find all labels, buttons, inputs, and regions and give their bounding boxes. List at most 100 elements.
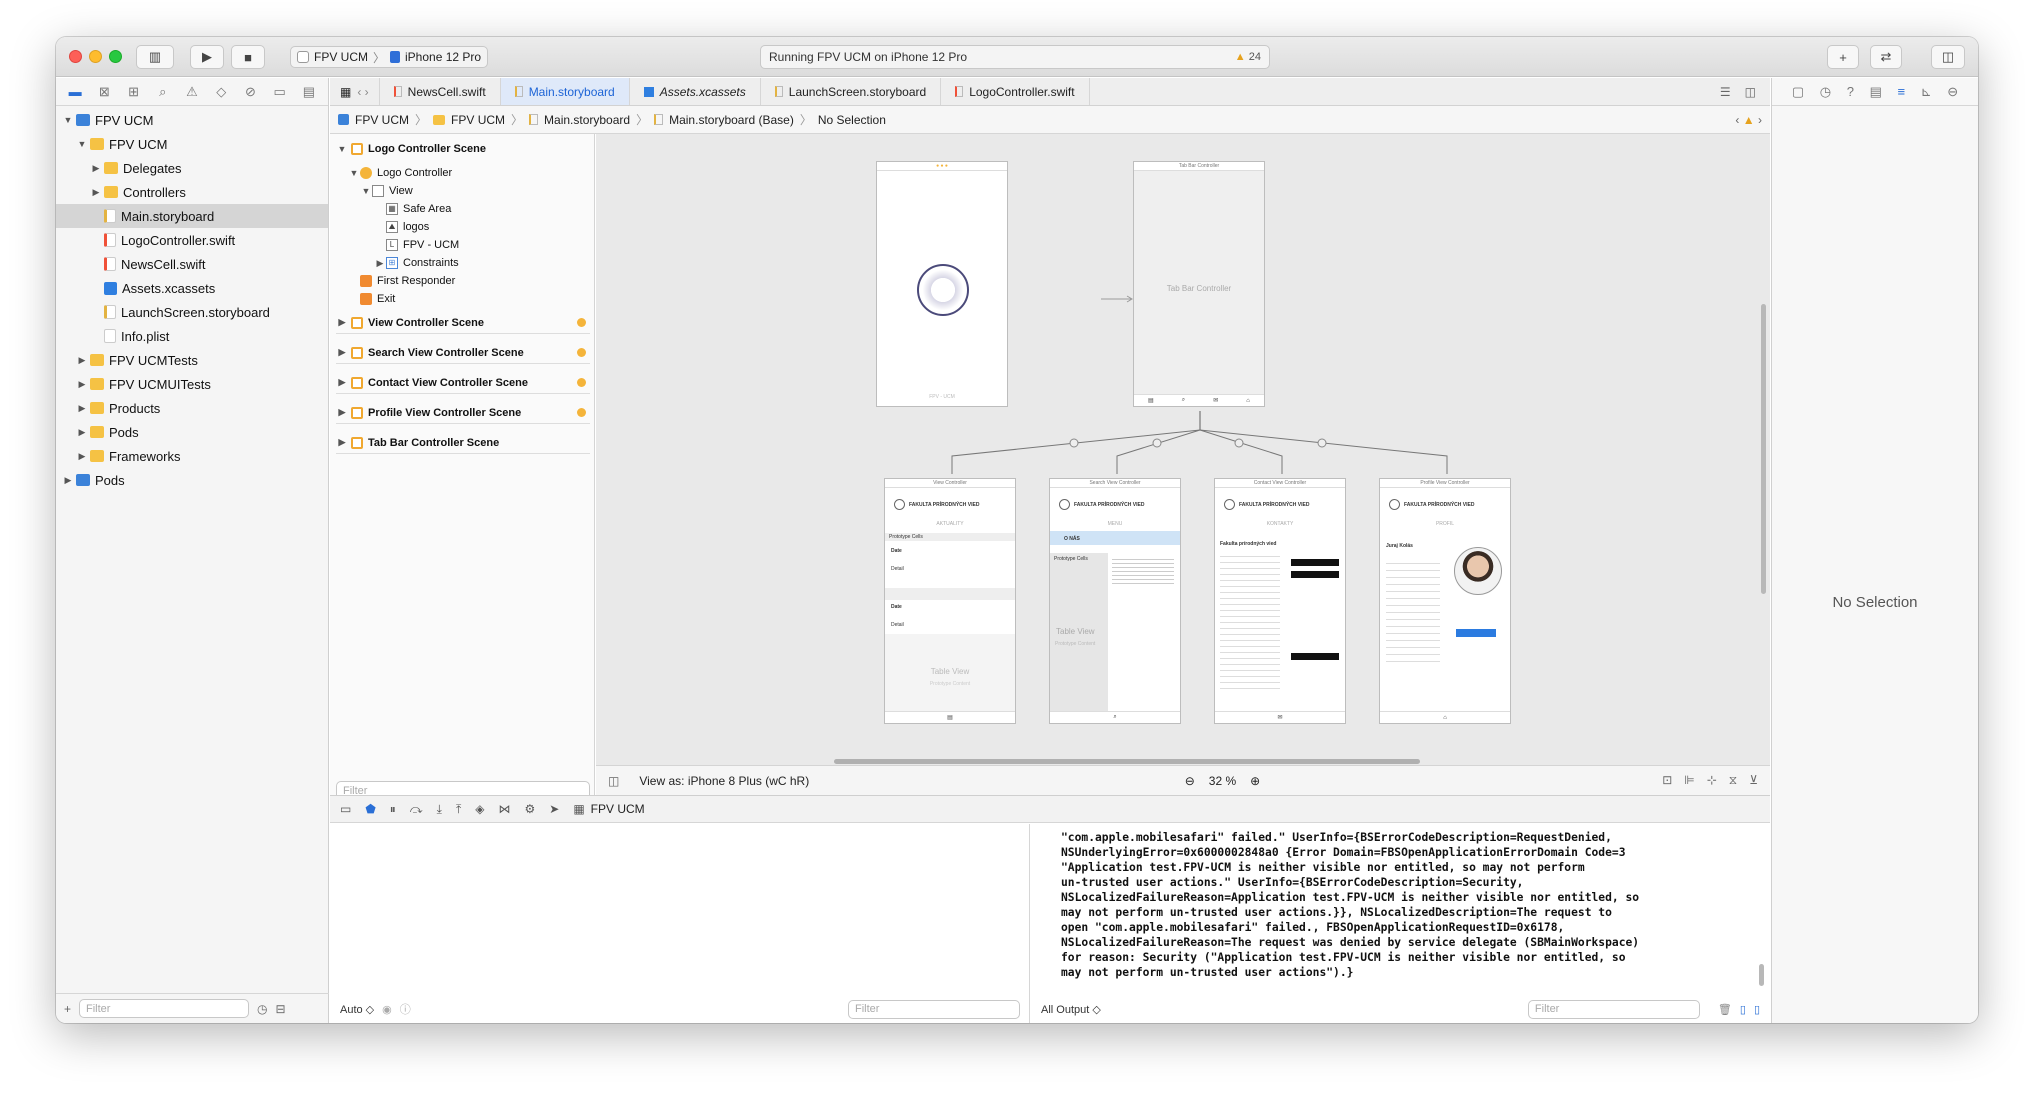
scheme-selector[interactable]: FPV UCM 〉 iPhone 12 Pro (290, 46, 489, 68)
console-scrollbar[interactable] (1759, 964, 1764, 986)
disclosure-icon[interactable]: ▶ (62, 475, 74, 486)
outline-logo-controller[interactable]: ▼ Logo Controller (348, 164, 452, 182)
tab-logocontroller[interactable]: LogoController.swift (941, 78, 1090, 105)
inspector-toggle-button[interactable]: ◫ (1931, 45, 1965, 69)
profile-view-controller-screen[interactable]: Profile View Controller FAKULTA PRÍRODNÝ… (1379, 478, 1511, 724)
add-file-icon[interactable]: + (64, 1002, 71, 1016)
navigator-item[interactable]: ▶ FPV UCMUITests (56, 372, 328, 396)
disclosure-icon[interactable]: ▶ (336, 407, 348, 418)
disclosure-icon[interactable]: ▶ (76, 403, 88, 414)
issue-nav-arrows[interactable]: ‹ ▲ › (1735, 113, 1762, 127)
horizontal-scrollbar[interactable] (834, 759, 1420, 764)
variables-scope-select[interactable]: Auto ◇ (340, 1003, 374, 1016)
tab-main-storyboard[interactable]: Main.storyboard (500, 78, 630, 105)
step-over-icon[interactable]: ⤼ (410, 802, 423, 817)
navigator-item[interactable]: ▶ Products (56, 396, 328, 420)
navigator-item[interactable]: LogoController.swift (56, 228, 328, 252)
location-icon[interactable]: ➤ (549, 802, 559, 816)
outline-safe-area[interactable]: ▦ Safe Area (386, 200, 451, 218)
resolve-icon[interactable]: ⧖ (1729, 773, 1737, 788)
attributes-icon[interactable]: ≡ (1897, 84, 1905, 99)
search-view-controller-screen[interactable]: Search View Controller FAKULTA PRÍRODNÝC… (1049, 478, 1181, 724)
test-icon[interactable]: ◇ (208, 84, 234, 100)
minimize-window-button[interactable] (89, 50, 102, 63)
disclosure-icon[interactable]: ▶ (336, 317, 348, 328)
disclosure-icon[interactable]: ▶ (76, 355, 88, 366)
outline-constraints[interactable]: ▶ ⊞ Constraints (374, 254, 459, 272)
stop-button[interactable]: ■ (231, 45, 265, 69)
breakpoints-icon[interactable]: ⬟ (365, 802, 375, 816)
filter-options-icon[interactable]: ⊟ (276, 1002, 286, 1016)
scene-header[interactable]: ▶ View Controller Scene (336, 312, 590, 334)
view-as-device[interactable]: View as: iPhone 8 Plus (wC hR) (639, 774, 809, 788)
environment-icon[interactable]: ⚙ (524, 802, 535, 816)
info-icon[interactable]: ⓘ (400, 1001, 411, 1017)
navigator-item[interactable]: ▶ Pods (56, 420, 328, 444)
vertical-scrollbar[interactable] (1761, 304, 1766, 594)
history-icon[interactable]: ◷ (1820, 84, 1831, 100)
disclosure-icon[interactable]: ▼ (76, 139, 88, 149)
review-button[interactable]: ⇄ (1870, 45, 1902, 69)
embed-icon[interactable]: ⊻ (1749, 773, 1758, 788)
disclosure-icon[interactable]: ▶ (76, 379, 88, 390)
navigator-item[interactable]: ▶ FPV UCMTests (56, 348, 328, 372)
jump-item[interactable]: FPV UCM (451, 113, 505, 127)
run-button[interactable]: ▶ (190, 45, 224, 69)
issue-icon[interactable]: ⚠ (179, 84, 205, 100)
split-right-icon[interactable]: ▯ (1754, 1003, 1760, 1016)
pin-icon[interactable]: ⊹ (1707, 773, 1717, 788)
zoom-out-icon[interactable]: ⊖ (1185, 774, 1195, 788)
identity-icon[interactable]: ▤ (1870, 84, 1882, 100)
library-button[interactable]: + (1827, 45, 1859, 69)
zoom-in-icon[interactable]: ⊕ (1250, 774, 1260, 788)
outline-exit[interactable]: Exit (360, 290, 395, 308)
disclosure-icon[interactable]: ▶ (76, 451, 88, 462)
navigator-item[interactable]: ▶ Controllers (56, 180, 328, 204)
help-icon[interactable]: ? (1847, 84, 1854, 99)
align-icon[interactable]: ⊫ (1684, 773, 1694, 788)
disclosure-icon[interactable]: ▶ (336, 437, 348, 448)
disclosure-icon[interactable]: ▶ (90, 163, 102, 174)
hide-debug-icon[interactable]: ▭ (340, 802, 351, 816)
navigator-item[interactable]: LaunchScreen.storyboard (56, 300, 328, 324)
navigator-item[interactable]: ▶ Delegates (56, 156, 328, 180)
scene-header[interactable]: ▶ Profile View Controller Scene (336, 402, 590, 424)
navigator-filter-input[interactable]: Filter (79, 999, 250, 1018)
debug-target[interactable]: FPV UCM (591, 802, 645, 816)
navigator-item[interactable]: Main.storyboard (56, 204, 328, 228)
zoom-window-button[interactable] (109, 50, 122, 63)
debug-icon[interactable]: ⊘ (237, 84, 263, 100)
jump-item[interactable]: Main.storyboard (Base) (669, 113, 794, 127)
disclosure-icon[interactable]: ▶ (76, 427, 88, 438)
size-icon[interactable]: ⊾ (1921, 84, 1932, 100)
variables-filter-input[interactable]: Filter (848, 999, 1020, 1019)
recent-files-icon[interactable]: ◷ (257, 1002, 267, 1016)
jump-item[interactable]: FPV UCM (355, 113, 409, 127)
search-icon[interactable]: ⌕ (150, 84, 176, 100)
outline-toggle-icon[interactable]: ◫ (608, 774, 619, 788)
scene-header[interactable]: ▶ Tab Bar Controller Scene (336, 432, 590, 454)
split-left-icon[interactable]: ▯ (1740, 1003, 1746, 1016)
symbol-icon[interactable]: ⊞ (120, 84, 146, 100)
disclosure-icon[interactable]: ▶ (336, 377, 348, 388)
scene-header[interactable]: ▶ Contact View Controller Scene (336, 372, 590, 394)
file-inspector-icon[interactable]: ▢ (1792, 84, 1804, 100)
folder-icon[interactable]: ▬ (62, 84, 88, 99)
connections-icon[interactable]: ⊖ (1947, 84, 1958, 100)
pause-icon[interactable]: ⏸ (390, 802, 396, 817)
navigator-item[interactable]: ▶ Frameworks (56, 444, 328, 468)
navigator-item[interactable]: ▼ FPV UCM (56, 108, 328, 132)
jump-item[interactable]: Main.storyboard (544, 113, 630, 127)
update-frames-icon[interactable]: ⊡ (1662, 773, 1672, 788)
disclosure-icon[interactable]: ▼ (62, 115, 74, 125)
memory-graph-icon[interactable]: ⋈ (498, 802, 510, 816)
navigator-item[interactable]: Info.plist (56, 324, 328, 348)
navigator-item[interactable]: ▼ FPV UCM (56, 132, 328, 156)
breakpoint-icon[interactable]: ▭ (267, 84, 293, 100)
editor-options-icon[interactable]: ☰ (1720, 85, 1731, 99)
navigator-item[interactable]: ▶ Pods (56, 468, 328, 492)
outline-label-fpv[interactable]: L FPV - UCM (386, 236, 459, 254)
console-filter-input[interactable]: Filter (1527, 999, 1700, 1019)
split-editor-icon[interactable]: ◫ (1745, 85, 1756, 99)
scene-header[interactable]: ▶ Search View Controller Scene (336, 342, 590, 364)
